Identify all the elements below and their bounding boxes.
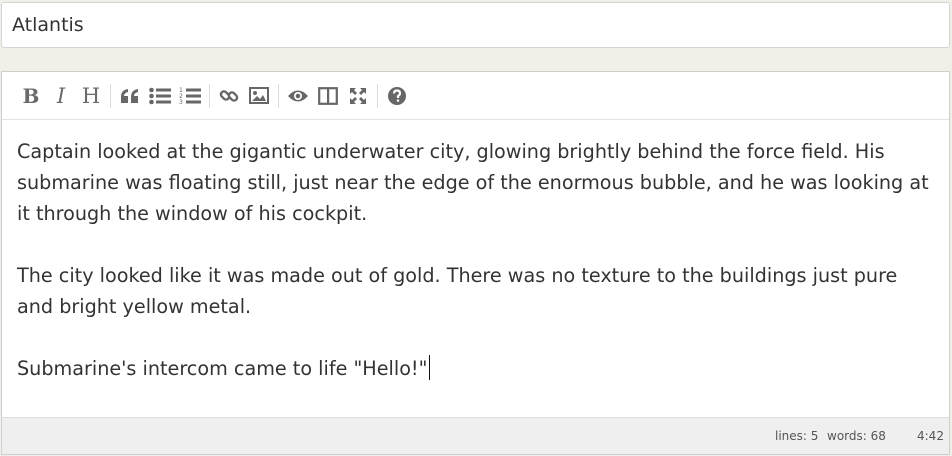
side-by-side-button[interactable]: [313, 81, 343, 111]
quote-button[interactable]: [115, 81, 145, 111]
preview-button[interactable]: [283, 81, 313, 111]
paragraph-text: Submarine's intercom came to life "Hello…: [17, 357, 428, 380]
unordered-list-icon: [149, 87, 171, 104]
title-input[interactable]: [1, 2, 950, 48]
eye-icon: [288, 90, 308, 101]
heading-icon: H: [81, 83, 101, 108]
word-count: words: 68: [827, 429, 886, 443]
paragraph: Submarine's intercom came to life "Hello…: [17, 353, 934, 384]
help-button[interactable]: [382, 81, 412, 111]
editor-toolbar: B I H 1 2 3: [2, 72, 949, 120]
ordered-list-button[interactable]: 1 2 3: [175, 81, 205, 111]
quote-icon: [121, 88, 138, 103]
paragraph: Captain looked at the gigantic underwate…: [17, 140, 929, 225]
toolbar-separator: [110, 83, 111, 108]
toolbar-separator: [278, 83, 279, 108]
heading-button[interactable]: H: [76, 81, 106, 111]
fullscreen-button[interactable]: [343, 81, 373, 111]
link-icon: [219, 89, 239, 102]
image-icon: [249, 87, 269, 104]
paragraph: The city looked like it was made out of …: [17, 264, 898, 318]
italic-icon: I: [56, 83, 66, 108]
toolbar-separator: [377, 83, 378, 108]
status-bar: lines: 5 words: 68 4:42: [2, 417, 949, 454]
italic-button[interactable]: I: [46, 81, 76, 111]
unordered-list-button[interactable]: [145, 81, 175, 111]
question-circle-icon: [388, 86, 406, 105]
ordered-list-icon: 1 2 3: [179, 87, 201, 105]
markdown-editor: B I H 1 2 3 Captain looked at the gigant…: [1, 71, 950, 455]
toolbar-separator: [209, 83, 210, 108]
fullscreen-icon: [350, 87, 366, 104]
svg-text:3: 3: [179, 99, 183, 105]
text-cursor: [429, 355, 431, 380]
editor-content[interactable]: Captain looked at the gigantic underwate…: [2, 120, 949, 418]
cursor-position: 4:42: [917, 429, 944, 443]
columns-icon: [318, 86, 338, 105]
link-button[interactable]: [214, 81, 244, 111]
bold-button[interactable]: B: [16, 81, 46, 111]
bold-icon: B: [22, 83, 40, 108]
line-count: lines: 5: [775, 429, 819, 443]
image-button[interactable]: [244, 81, 274, 111]
